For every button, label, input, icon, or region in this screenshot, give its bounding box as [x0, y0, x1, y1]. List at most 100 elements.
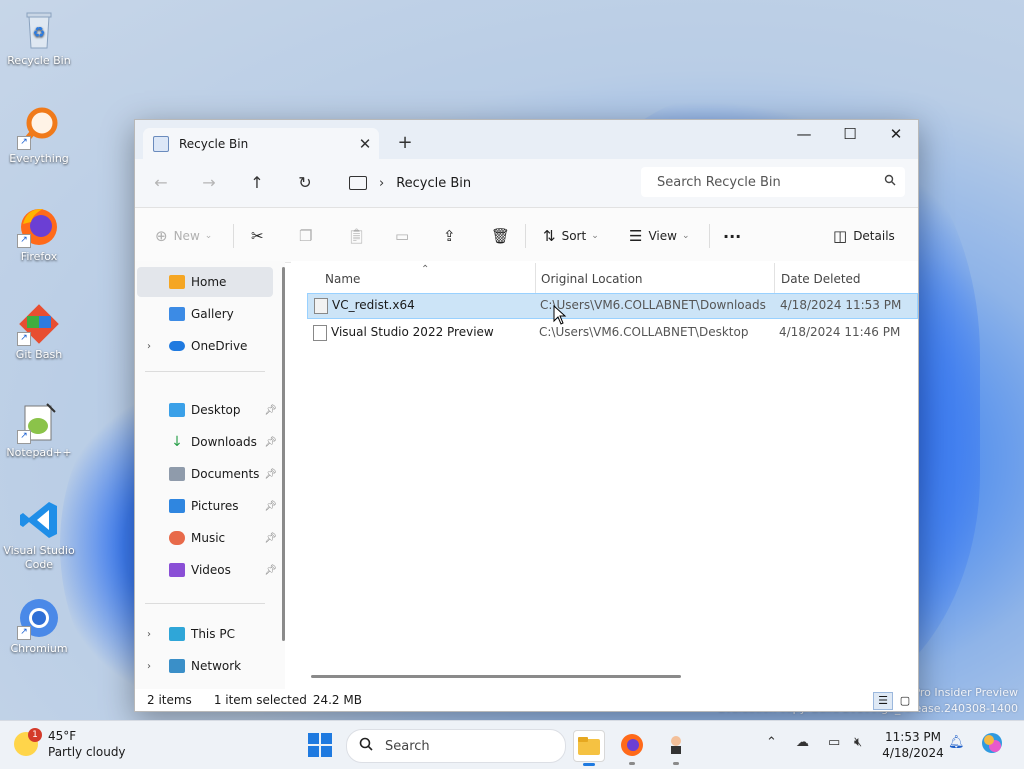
navigation-pane: Home Gallery › OneDrive Desktop 📌︎ ↓ Dow…	[135, 261, 285, 689]
more-options-button[interactable]: ···	[723, 223, 741, 249]
toolbar-divider	[233, 224, 234, 248]
details-pane-icon: ◫	[833, 227, 848, 245]
column-header-name[interactable]: Name ⌃	[325, 264, 429, 291]
scissors-icon: ✂	[251, 227, 264, 245]
nav-item-videos[interactable]: Videos 📌︎	[137, 555, 277, 585]
close-tab-icon[interactable]: ✕	[351, 135, 379, 153]
clock-time: 11:53 PM	[885, 730, 941, 744]
file-name: VC_redist.x64	[332, 298, 415, 312]
desktop-icon-firefox[interactable]: ↗ Firefox	[2, 204, 76, 264]
taskbar-firefox[interactable]	[617, 730, 647, 765]
volume-muted-icon[interactable]: 🔇︎	[854, 735, 862, 750]
pin-icon[interactable]: 📌︎	[264, 405, 277, 416]
table-row-vc-redist[interactable]: VC_redist.x64 C:\Users\VM6.COLLABNET\Dow…	[307, 293, 918, 319]
nav-item-network[interactable]: › Network	[137, 651, 273, 681]
desktop-icon-git-bash[interactable]: ↗ Git Bash	[2, 302, 76, 362]
horizontal-scrollbar[interactable]	[311, 675, 681, 678]
forward-arrow-icon[interactable]: →	[195, 171, 223, 195]
nav-item-home[interactable]: Home	[137, 267, 273, 297]
show-hidden-icons-chevron-icon[interactable]: ⌃	[766, 735, 777, 750]
pin-icon[interactable]: 📌︎	[264, 469, 277, 480]
new-tab-button[interactable]: +	[393, 132, 417, 153]
desktop-icon-everything[interactable]: ↗ Everything	[2, 106, 76, 166]
chevron-down-icon: ⌄	[204, 231, 213, 241]
sort-ascending-icon: ⌃	[421, 264, 430, 275]
copy-button[interactable]: ❐	[299, 223, 318, 249]
table-row-visual-studio[interactable]: Visual Studio 2022 Preview C:\Users\VM6.…	[307, 321, 918, 345]
tiles-view-icon[interactable]: ▢	[895, 692, 915, 710]
notification-bell-icon[interactable]: 🔔︎	[948, 735, 965, 750]
pictures-icon	[169, 499, 185, 513]
magnifier-icon: ↗	[17, 106, 61, 150]
chevron-right-icon[interactable]: ›	[147, 629, 151, 640]
delete-button[interactable]: 🗑︎	[491, 223, 516, 249]
sort-icon: ⇅	[543, 227, 556, 245]
chevron-right-icon[interactable]: ›	[147, 341, 151, 352]
close-window-button[interactable]: ✕	[873, 120, 919, 150]
new-button[interactable]: ⊕ New ⌄	[155, 223, 212, 249]
details-button[interactable]: ◫ Details	[833, 223, 895, 249]
title-bar: Recycle Bin ✕ + — ☐ ✕	[135, 120, 918, 159]
partly-cloudy-icon: 1	[14, 728, 42, 756]
view-button[interactable]: ☰ View ⌄	[629, 223, 689, 249]
sort-button[interactable]: ⇅ Sort ⌄	[543, 223, 599, 249]
rename-button[interactable]: ▭	[395, 223, 415, 249]
desktop-icon-chromium[interactable]: ↗ Chromium	[2, 596, 76, 656]
chevron-down-icon: ⌄	[681, 231, 690, 241]
nav-item-pictures[interactable]: Pictures 📌︎	[137, 491, 277, 521]
taskbar-file-explorer[interactable]	[573, 730, 605, 766]
cut-button[interactable]: ✂	[251, 223, 270, 249]
taskbar-search[interactable]: Search	[346, 729, 566, 763]
column-header-original-location[interactable]: Original Location	[541, 267, 643, 291]
breadcrumb-location[interactable]: Recycle Bin	[396, 176, 471, 191]
search-box[interactable]: Search Recycle Bin	[641, 167, 905, 197]
system-clock[interactable]: 11:53 PM 4/18/2024	[880, 729, 946, 761]
nav-item-label: Gallery	[191, 307, 234, 321]
back-arrow-icon[interactable]: ←	[147, 171, 175, 195]
column-name-label: Name	[325, 272, 361, 286]
nav-item-documents[interactable]: Documents 📌︎	[137, 459, 277, 489]
nav-item-desktop[interactable]: Desktop 📌︎	[137, 395, 277, 425]
pin-icon[interactable]: 📌︎	[264, 565, 277, 576]
nav-item-gallery[interactable]: Gallery	[137, 299, 273, 329]
share-button[interactable]: ⇪	[443, 223, 462, 249]
breadcrumb[interactable]: › Recycle Bin	[343, 169, 633, 197]
chevron-right-icon[interactable]: ›	[147, 661, 151, 672]
pin-icon[interactable]: 📌︎	[264, 501, 277, 512]
pin-icon[interactable]: 📌︎	[264, 533, 277, 544]
onedrive-offline-icon[interactable]: ☁	[796, 735, 809, 750]
minimize-button[interactable]: —	[781, 120, 827, 150]
shortcut-arrow-icon: ↗	[17, 430, 31, 444]
taskbar-app-generic[interactable]	[661, 730, 691, 765]
network-display-icon[interactable]: ▭	[828, 735, 840, 750]
desktop-icon-recycle-bin[interactable]: ♻ Recycle Bin	[2, 8, 76, 68]
firefox-icon: ↗	[17, 204, 61, 248]
windows-start-icon[interactable]	[308, 733, 332, 757]
nav-item-music[interactable]: Music 📌︎	[137, 523, 277, 553]
column-divider[interactable]	[535, 263, 536, 293]
nav-item-onedrive[interactable]: › OneDrive	[137, 331, 273, 361]
notepad-plus-plus-icon: ↗	[17, 400, 61, 444]
desktop-icon-notepadpp[interactable]: ↗ Notepad++	[2, 400, 76, 460]
nav-item-downloads[interactable]: ↓ Downloads 📌︎	[137, 427, 277, 457]
file-original-location: C:\Users\VM6.COLLABNET\Desktop	[539, 325, 749, 339]
nav-item-label: Documents	[191, 467, 260, 481]
column-divider[interactable]	[774, 263, 775, 293]
shortcut-arrow-icon: ↗	[17, 234, 31, 248]
weather-widget[interactable]: 1 45°F Partly cloudy	[14, 728, 126, 760]
up-arrow-icon[interactable]: ↑	[243, 171, 271, 195]
details-view-icon[interactable]: ☰	[873, 692, 893, 710]
installer-file-icon	[314, 298, 328, 314]
paste-button[interactable]: 📋︎	[347, 223, 372, 249]
pin-icon[interactable]: 📌︎	[264, 437, 277, 448]
copilot-icon[interactable]	[980, 731, 1004, 759]
nav-item-label: Downloads	[191, 435, 257, 449]
tab-recycle-bin[interactable]: Recycle Bin ✕	[143, 128, 379, 159]
desktop-icon-vscode[interactable]: Visual Studio Code	[2, 498, 76, 572]
refresh-icon[interactable]: ↻	[291, 171, 319, 195]
column-header-date-deleted[interactable]: Date Deleted	[781, 267, 861, 291]
nav-scrollbar[interactable]	[282, 267, 285, 641]
maximize-button[interactable]: ☐	[827, 120, 873, 150]
nav-item-this-pc[interactable]: › This PC	[137, 619, 273, 649]
search-input[interactable]: Search Recycle Bin	[641, 175, 875, 190]
